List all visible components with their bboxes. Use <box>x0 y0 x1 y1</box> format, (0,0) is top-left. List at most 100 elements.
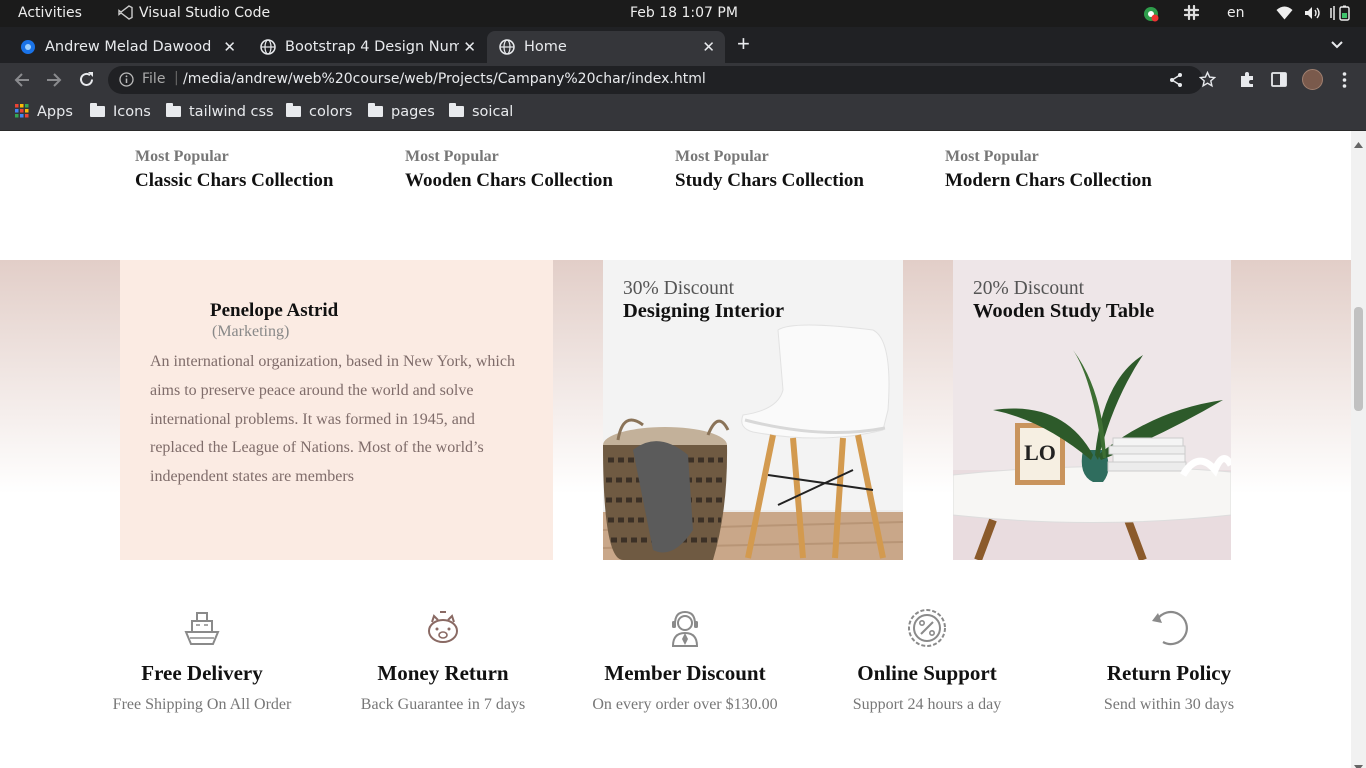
folder-icon <box>449 103 464 117</box>
return-arrow-icon <box>1149 608 1189 648</box>
url-text[interactable]: /media/andrew/web%20course/web/Projects/… <box>183 71 706 87</box>
bookmark-label: pages <box>391 104 435 120</box>
tab-search-chevron-down-icon[interactable] <box>1330 37 1344 55</box>
profile-avatar[interactable] <box>1302 69 1323 90</box>
system-top-bar: Activities Visual Studio Code Feb 18 1:0… <box>0 0 1366 27</box>
menu-kebab-icon[interactable] <box>1342 71 1347 94</box>
bookmark-pages[interactable]: pages <box>368 103 435 120</box>
testimonial-name: Penelope Astrid <box>210 300 339 321</box>
tab-andrew-melad-dawood[interactable]: Andrew Melad Dawood ✕ <box>8 31 246 63</box>
feature-title: Return Policy <box>1106 661 1232 685</box>
bookmark-colors[interactable]: colors <box>286 103 353 120</box>
back-arrow-icon[interactable] <box>14 72 30 93</box>
tab-title: Andrew Melad Dawood <box>45 39 212 55</box>
percent-badge-icon <box>907 608 947 648</box>
site-favicon-icon <box>20 39 36 55</box>
browser-toolbar: File | /media/andrew/web%20course/web/Pr… <box>0 63 1366 97</box>
promo-wooden-study-table[interactable]: LO 20% Discount Wooden Study Table <box>953 260 1231 560</box>
share-icon[interactable] <box>1168 72 1184 92</box>
extensions-puzzle-icon[interactable] <box>1239 71 1256 93</box>
tab-home[interactable]: Home ✕ <box>487 31 725 63</box>
globe-icon <box>499 39 515 55</box>
reload-icon[interactable] <box>78 71 95 93</box>
vscode-icon <box>118 5 133 24</box>
browser-tab-strip: Andrew Melad Dawood ✕ Bootstrap 4 Design… <box>0 27 1366 63</box>
collection-study[interactable]: Most Popular Study Chars Collection <box>675 148 864 192</box>
bookmark-star-icon[interactable] <box>1198 70 1217 93</box>
feature-subtitle: Back Guarantee in 7 days <box>360 696 526 713</box>
bookmark-label: colors <box>309 104 353 120</box>
testimonial-card: Penelope Astrid (Marketing) An internati… <box>120 260 553 560</box>
bookmarks-bar: Apps Icons tailwind css colors pages soi… <box>0 97 1366 131</box>
wifi-icon[interactable] <box>1276 6 1293 24</box>
folder-icon <box>90 103 105 117</box>
scroll-down-arrow-icon[interactable] <box>1354 758 1363 768</box>
power-icon[interactable] <box>1330 5 1352 25</box>
active-app-name[interactable]: Visual Studio Code <box>139 5 270 21</box>
collection-title[interactable]: Study Chars Collection <box>675 170 864 192</box>
collection-label: Most Popular <box>135 148 229 165</box>
bookmark-label: tailwind css <box>189 104 274 120</box>
activities-button[interactable]: Activities <box>18 5 82 21</box>
bookmark-label: Apps <box>37 104 73 120</box>
globe-icon <box>260 39 276 55</box>
feature-title: Member Discount <box>604 661 766 685</box>
feature-subtitle: Send within 30 days <box>1103 696 1235 713</box>
bookmark-label: soical <box>472 104 514 120</box>
scheme-label: File <box>142 71 166 87</box>
feature-subtitle: On every order over $130.00 <box>592 696 778 713</box>
new-tab-icon[interactable]: + <box>737 33 750 55</box>
page-viewport: Most Popular Classic Chars Collection Mo… <box>0 131 1351 768</box>
close-tab-icon[interactable]: ✕ <box>702 38 715 56</box>
promo-name[interactable]: Designing Interior <box>623 300 784 323</box>
tab-title: Bootstrap 4 Design Numb <box>285 39 459 55</box>
side-panel-icon[interactable] <box>1271 72 1287 92</box>
address-separator: | <box>174 70 179 86</box>
apps-grid-icon <box>15 104 29 122</box>
tab-bootstrap-design[interactable]: Bootstrap 4 Design Numb ✕ <box>248 31 486 63</box>
promo-discount: 20% Discount <box>973 278 1085 299</box>
feature-online-support: Online Support Support 24 hours a day <box>807 608 1047 714</box>
bookmark-soical[interactable]: soical <box>449 103 514 120</box>
bookmark-tailwind-css[interactable]: tailwind css <box>166 103 274 120</box>
support-agent-icon <box>665 608 705 648</box>
piggy-bank-icon <box>423 608 463 648</box>
feature-free-delivery: Free Delivery Free Shipping On All Order <box>82 608 322 714</box>
bookmark-icons[interactable]: Icons <box>90 103 151 120</box>
testimonial-role: (Marketing) <box>212 323 290 340</box>
page-scrollbar[interactable] <box>1351 131 1366 768</box>
tab-title: Home <box>524 39 567 55</box>
scrollbar-thumb[interactable] <box>1354 307 1363 411</box>
promo-designing-interior[interactable]: 30% Discount Designing Interior <box>603 260 903 560</box>
feature-subtitle: Support 24 hours a day <box>852 696 1002 713</box>
bookmark-apps[interactable]: Apps <box>15 104 73 122</box>
bookmark-label: Icons <box>113 104 151 120</box>
scroll-up-arrow-icon[interactable] <box>1354 135 1363 153</box>
collection-title[interactable]: Modern Chars Collection <box>945 170 1152 192</box>
keyboard-language[interactable]: en <box>1227 5 1245 21</box>
collection-wooden[interactable]: Most Popular Wooden Chars Collection <box>405 148 613 192</box>
folder-icon <box>368 103 383 117</box>
collection-classic[interactable]: Most Popular Classic Chars Collection <box>135 148 333 192</box>
slack-icon[interactable] <box>1183 4 1200 24</box>
feature-money-return: Money Return Back Guarantee in 7 days <box>323 608 563 714</box>
clock[interactable]: Feb 18 1:07 PM <box>630 5 738 21</box>
feature-member-discount: Member Discount On every order over $130… <box>565 608 805 714</box>
collection-title[interactable]: Classic Chars Collection <box>135 170 333 192</box>
forward-arrow-icon[interactable] <box>46 72 62 93</box>
collection-title[interactable]: Wooden Chars Collection <box>405 170 613 192</box>
feature-return-policy: Return Policy Send within 30 days <box>1049 608 1289 714</box>
volume-icon[interactable] <box>1304 6 1321 24</box>
collection-label: Most Popular <box>945 148 1039 165</box>
folder-icon <box>166 103 181 117</box>
info-icon[interactable] <box>119 72 134 91</box>
close-tab-icon[interactable]: ✕ <box>463 38 476 56</box>
address-bar[interactable]: File | /media/andrew/web%20course/web/Pr… <box>108 66 1203 94</box>
promo-name[interactable]: Wooden Study Table <box>973 300 1154 323</box>
close-tab-icon[interactable]: ✕ <box>223 38 236 56</box>
feature-title: Money Return <box>377 661 509 685</box>
collection-modern[interactable]: Most Popular Modern Chars Collection <box>945 148 1152 192</box>
feature-subtitle: Free Shipping On All Order <box>112 696 292 713</box>
love-sign-art: LO <box>1024 440 1056 465</box>
chrome-notification-icon[interactable] <box>1143 6 1159 26</box>
